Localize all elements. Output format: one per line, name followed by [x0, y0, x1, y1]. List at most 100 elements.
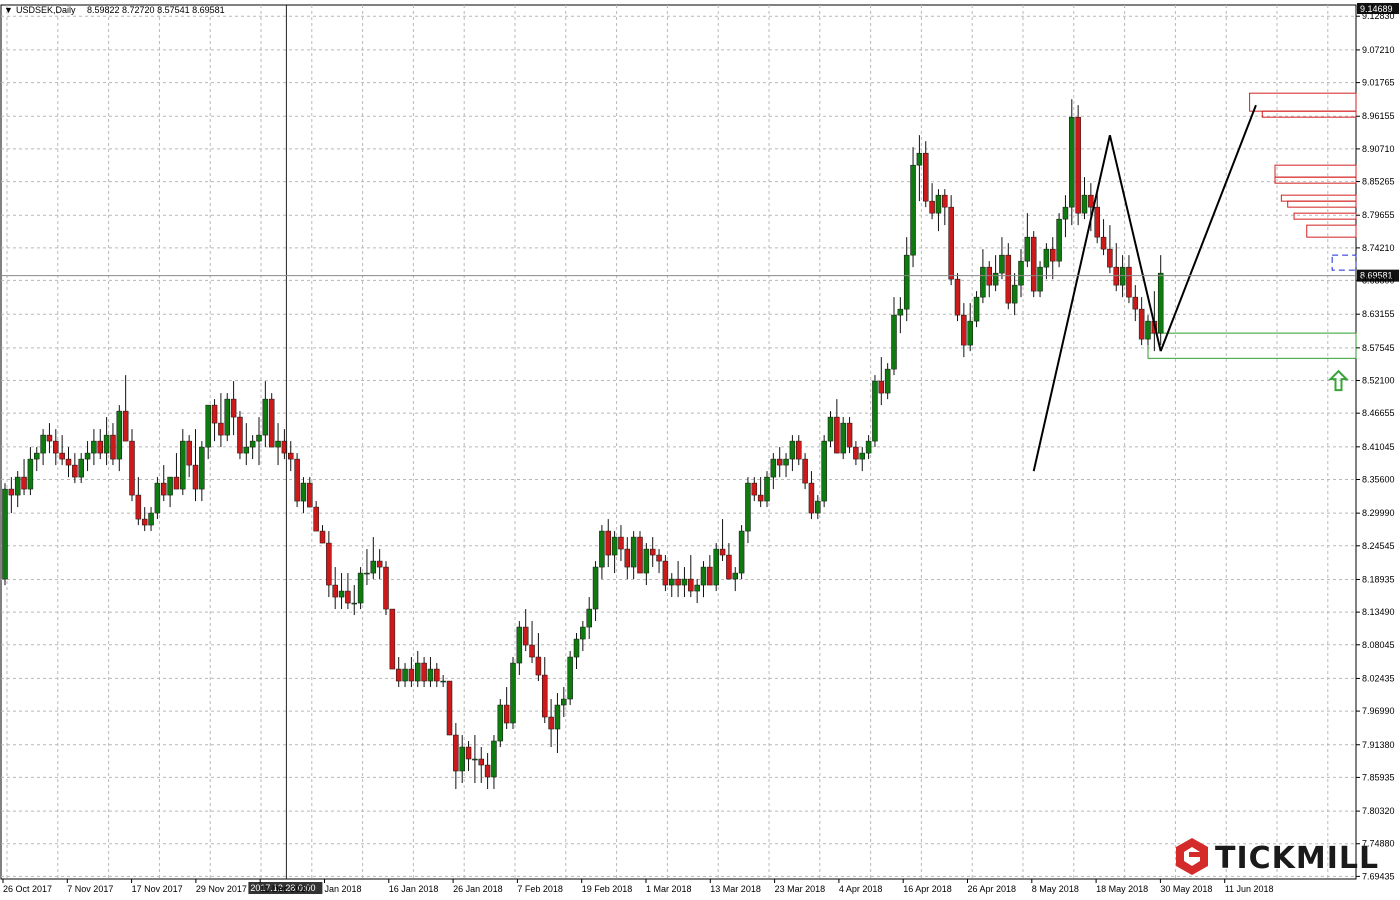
candle-bull	[891, 314, 897, 370]
candle-bull	[1157, 272, 1164, 334]
candle-bull	[935, 194, 942, 214]
candle-bear	[878, 380, 885, 394]
x-tick-label: 11 Dec 2017	[260, 884, 310, 894]
candle-bear	[446, 680, 453, 736]
y-tick-label: 9.07210	[1362, 45, 1395, 55]
candle-bull	[694, 584, 700, 592]
x-axis: 26 Oct 2017 7 Nov 2017 17 Nov 2017 29 Nov 2…	[2, 879, 1274, 894]
candle-bear	[345, 590, 351, 604]
y-tick-label: 8.63155	[1362, 309, 1395, 319]
candle-bear	[192, 464, 199, 490]
candle-bear	[122, 410, 129, 442]
candle-bull	[84, 452, 91, 460]
candle-bull	[167, 476, 173, 496]
candle-bull	[14, 476, 21, 496]
candle-bear	[389, 608, 396, 670]
candle-bear	[376, 560, 383, 568]
x-tick-label: 7 Nov 2017	[67, 884, 113, 894]
candle-bull	[78, 458, 84, 478]
candle-bull	[840, 422, 846, 454]
candle-bear	[675, 578, 681, 586]
candle-bull	[732, 572, 738, 580]
candle-bull	[700, 566, 707, 586]
candle-bull	[586, 608, 592, 628]
price-chart[interactable]: 2017.12.28 0:008.695819.14689 9.12830 9.0…	[0, 0, 1400, 900]
candle-bear	[1138, 308, 1145, 340]
candle-bull	[859, 452, 865, 460]
candle-bear	[46, 434, 53, 442]
candle-bull	[116, 410, 123, 460]
menu-arrow-icon[interactable]: ▼	[4, 5, 13, 15]
candle-bear	[656, 554, 662, 562]
candle-bull	[884, 368, 891, 394]
candle-bull	[554, 704, 561, 730]
candle-bull	[827, 416, 834, 442]
candle-bull	[567, 656, 573, 700]
tickmill-logo-text: TICKMILL	[1215, 841, 1379, 876]
y-tick-label: 8.79655	[1362, 210, 1395, 220]
candle-bear	[395, 668, 402, 682]
candle-bull	[980, 266, 986, 298]
candle-bull	[865, 440, 872, 454]
candle-bull	[1011, 284, 1018, 304]
candle-bear	[383, 566, 389, 610]
x-tick-label: 26 Jan 2018	[453, 884, 503, 894]
y-tick-label: 9.12830	[1362, 11, 1395, 21]
candle-bull	[357, 572, 364, 604]
candle-bear	[649, 548, 656, 556]
candle-bull	[205, 404, 211, 448]
x-tick-label: 26 Apr 2018	[968, 884, 1017, 894]
candle-bull	[821, 440, 827, 502]
candle-bull	[427, 668, 434, 682]
x-tick-label: 16 Apr 2018	[903, 884, 952, 894]
candle-bull	[148, 512, 154, 526]
up-arrow-icon	[1328, 369, 1349, 392]
candle-bull	[516, 626, 523, 664]
candle-bear	[141, 518, 148, 526]
candle-bear	[618, 536, 624, 550]
candle-bear	[211, 404, 218, 424]
candle-bear	[408, 668, 415, 682]
y-tick-label: 8.13490	[1362, 607, 1395, 617]
candle-bear	[53, 440, 59, 454]
candle-bull	[967, 320, 973, 346]
y-tick-label: 8.35600	[1362, 474, 1395, 484]
candle-bear	[173, 476, 180, 490]
candle-bear	[1088, 194, 1094, 208]
candle-bear	[548, 716, 554, 730]
candle-bull	[764, 476, 770, 502]
candle-bull	[1056, 218, 1062, 262]
candle-bear	[268, 398, 275, 448]
candle-bear	[421, 662, 427, 682]
candle-bull	[154, 482, 161, 514]
candle-bull	[681, 578, 688, 586]
candle-bear	[954, 278, 961, 316]
candle-bull	[180, 440, 186, 490]
candle-bull	[275, 440, 281, 448]
candle-bear	[218, 422, 224, 436]
candle-bull	[256, 434, 262, 442]
x-tick-label: 19 Feb 2018	[582, 884, 633, 894]
ohlc-label: 8.59822 8.72720 8.57541 8.69581	[87, 5, 225, 15]
candle-bear	[1126, 266, 1132, 298]
candle-bull	[573, 638, 580, 658]
candle-bull	[903, 254, 910, 310]
candle-bull	[973, 296, 980, 322]
x-tick-label: 1 Mar 2018	[646, 884, 692, 894]
candle-bull	[592, 566, 599, 610]
candle-bear	[161, 482, 167, 496]
candle-bear	[688, 578, 694, 592]
x-tick-label: Jan 2018	[325, 884, 362, 894]
resistance-zone	[1287, 200, 1357, 208]
y-tick-label: 8.29990	[1362, 508, 1395, 518]
candle-bull	[643, 548, 650, 574]
candle-bull	[510, 662, 516, 724]
candle-bull	[872, 380, 878, 442]
markers: 2017.12.28 0:008.695819.14689	[1, 3, 1399, 894]
candle-bear	[707, 566, 713, 586]
y-tick-label: 7.85935	[1362, 772, 1395, 782]
candle-bull	[815, 500, 821, 514]
candle-bear	[1075, 116, 1081, 214]
candle-bull	[897, 308, 904, 316]
candle-bear	[478, 758, 484, 766]
